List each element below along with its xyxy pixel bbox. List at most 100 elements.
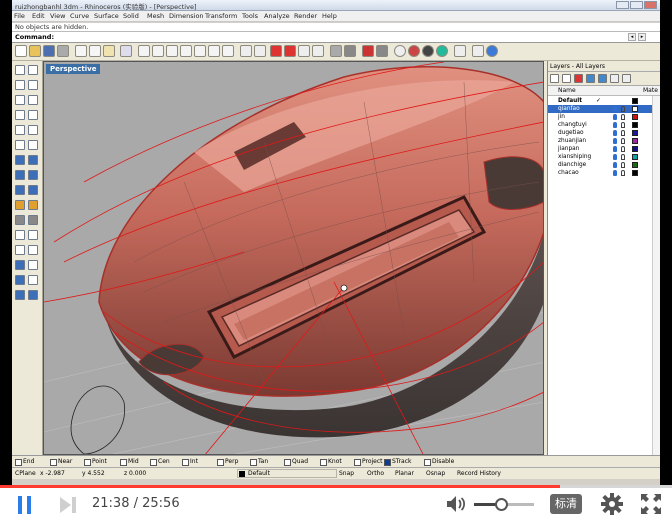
layer-lock-icon[interactable] [621,114,625,120]
boolean-icon[interactable] [28,185,38,195]
osnap-end[interactable]: End [15,458,34,466]
layer-row[interactable]: qianfao [548,105,660,113]
render-icon[interactable] [436,45,448,57]
osnap-perp[interactable]: Perp [217,458,238,466]
menu-tools[interactable]: Tools [242,12,258,20]
layer-visible-bulb-icon[interactable] [613,170,617,176]
volume-slider[interactable] [474,498,534,511]
layer-lock-icon[interactable] [621,170,625,176]
layer-row[interactable]: jin [548,113,660,121]
layer-visible-bulb-icon[interactable] [613,106,617,112]
new-layer-icon[interactable] [550,74,559,83]
scale-icon[interactable] [28,260,38,270]
four-viewports-icon[interactable] [240,45,252,57]
rectangle-icon[interactable] [28,125,38,135]
surface-icon[interactable] [15,155,25,165]
menu-dimension[interactable]: Dimension [169,12,204,20]
mirror-icon[interactable] [15,275,25,285]
hide-icon[interactable] [330,45,342,57]
rendered-icon[interactable] [422,45,434,57]
menu-help[interactable]: Help [322,12,337,20]
array-icon[interactable] [28,275,38,285]
status-layer[interactable]: Default [248,470,270,477]
layer-lock-icon[interactable] [621,138,625,144]
grid-icon[interactable] [254,45,266,57]
layer-visible-bulb-icon[interactable] [613,138,617,144]
close-button[interactable] [644,1,657,9]
volume-icon[interactable] [446,495,466,513]
layers-scrollbar[interactable] [652,96,660,455]
ellipse-icon[interactable] [15,125,25,135]
explode-icon[interactable] [15,230,25,240]
copy-object-icon[interactable] [28,245,38,255]
layer-lock-icon[interactable] [621,162,625,168]
layer-lock-icon[interactable] [621,146,625,152]
wireframe-icon[interactable] [394,45,406,57]
status-snap[interactable]: Snap [339,470,354,477]
layer-visible-bulb-icon[interactable] [613,162,617,168]
layer-icon[interactable] [362,45,374,57]
mesh-icon[interactable] [15,200,25,210]
layer-row[interactable]: chacao [548,169,660,177]
cplane-world-icon[interactable] [284,45,296,57]
layer-lock-icon[interactable] [621,154,625,160]
menu-file[interactable]: File [14,12,25,20]
osnap-near[interactable]: Near [50,458,72,466]
new-sublayer-icon[interactable] [562,74,571,83]
trim-icon[interactable] [28,200,38,210]
properties-icon[interactable] [376,45,388,57]
curve-icon[interactable] [28,95,38,105]
sweep-icon[interactable] [28,170,38,180]
move-up-icon[interactable] [586,74,595,83]
layer-row[interactable]: dianchige [548,161,660,169]
osnap-disable[interactable]: Disable [424,458,454,466]
zoom-selected-icon[interactable] [222,45,234,57]
cplane-icon[interactable] [270,45,282,57]
osnap-tan[interactable]: Tan [250,458,268,466]
layer-row[interactable]: xianshiping [548,153,660,161]
layer-row[interactable]: zhuanjian [548,137,660,145]
shaded-icon[interactable] [408,45,420,57]
menu-view[interactable]: View [50,12,65,20]
lock-icon[interactable] [344,45,356,57]
menu-transform[interactable]: Transform [205,12,237,20]
osnap-mid[interactable]: Mid [120,458,139,466]
zoom-extents-icon[interactable] [208,45,220,57]
layer-lock-icon[interactable] [621,130,625,136]
layer-color-swatch[interactable] [632,162,638,168]
filter-icon[interactable] [610,74,619,83]
move-icon[interactable] [15,245,25,255]
layer-visible-bulb-icon[interactable] [613,130,617,136]
paste-icon[interactable] [103,45,115,57]
osnap-quad[interactable]: Quad [284,458,308,466]
menu-curve[interactable]: Curve [70,12,89,20]
osnap-project[interactable]: Project [354,458,383,466]
polygon-icon[interactable] [15,140,25,150]
pause-icon[interactable] [18,496,32,514]
delete-layer-icon[interactable] [574,74,583,83]
light-icon[interactable] [454,45,466,57]
layer-color-swatch[interactable] [632,122,638,128]
minimize-button[interactable] [616,1,629,9]
rotate-view-icon[interactable] [166,45,178,57]
osnap-point[interactable]: Point [84,458,107,466]
command-next-arrow[interactable]: ▸ [638,33,646,41]
copy-icon[interactable] [89,45,101,57]
named-cplane-icon[interactable] [312,45,324,57]
status-planar[interactable]: Planar [395,470,414,477]
options-icon[interactable] [472,45,484,57]
save-icon[interactable] [43,45,55,57]
menu-mesh[interactable]: Mesh [147,12,164,20]
zoom-icon[interactable] [180,45,192,57]
layer-color-swatch[interactable] [632,98,638,104]
open-folder-icon[interactable] [29,45,41,57]
arc-icon[interactable] [28,110,38,120]
menu-render[interactable]: Render [294,12,317,20]
layer-row[interactable]: Default ✓ [548,97,660,105]
perspective-viewport[interactable]: Perspective [43,61,544,455]
menu-solid[interactable]: Solid [123,12,139,20]
menu-analyze[interactable]: Analyze [264,12,290,20]
zoom-window-icon[interactable] [194,45,206,57]
named-view-icon[interactable] [298,45,310,57]
layer-row[interactable]: jianpan [548,145,660,153]
